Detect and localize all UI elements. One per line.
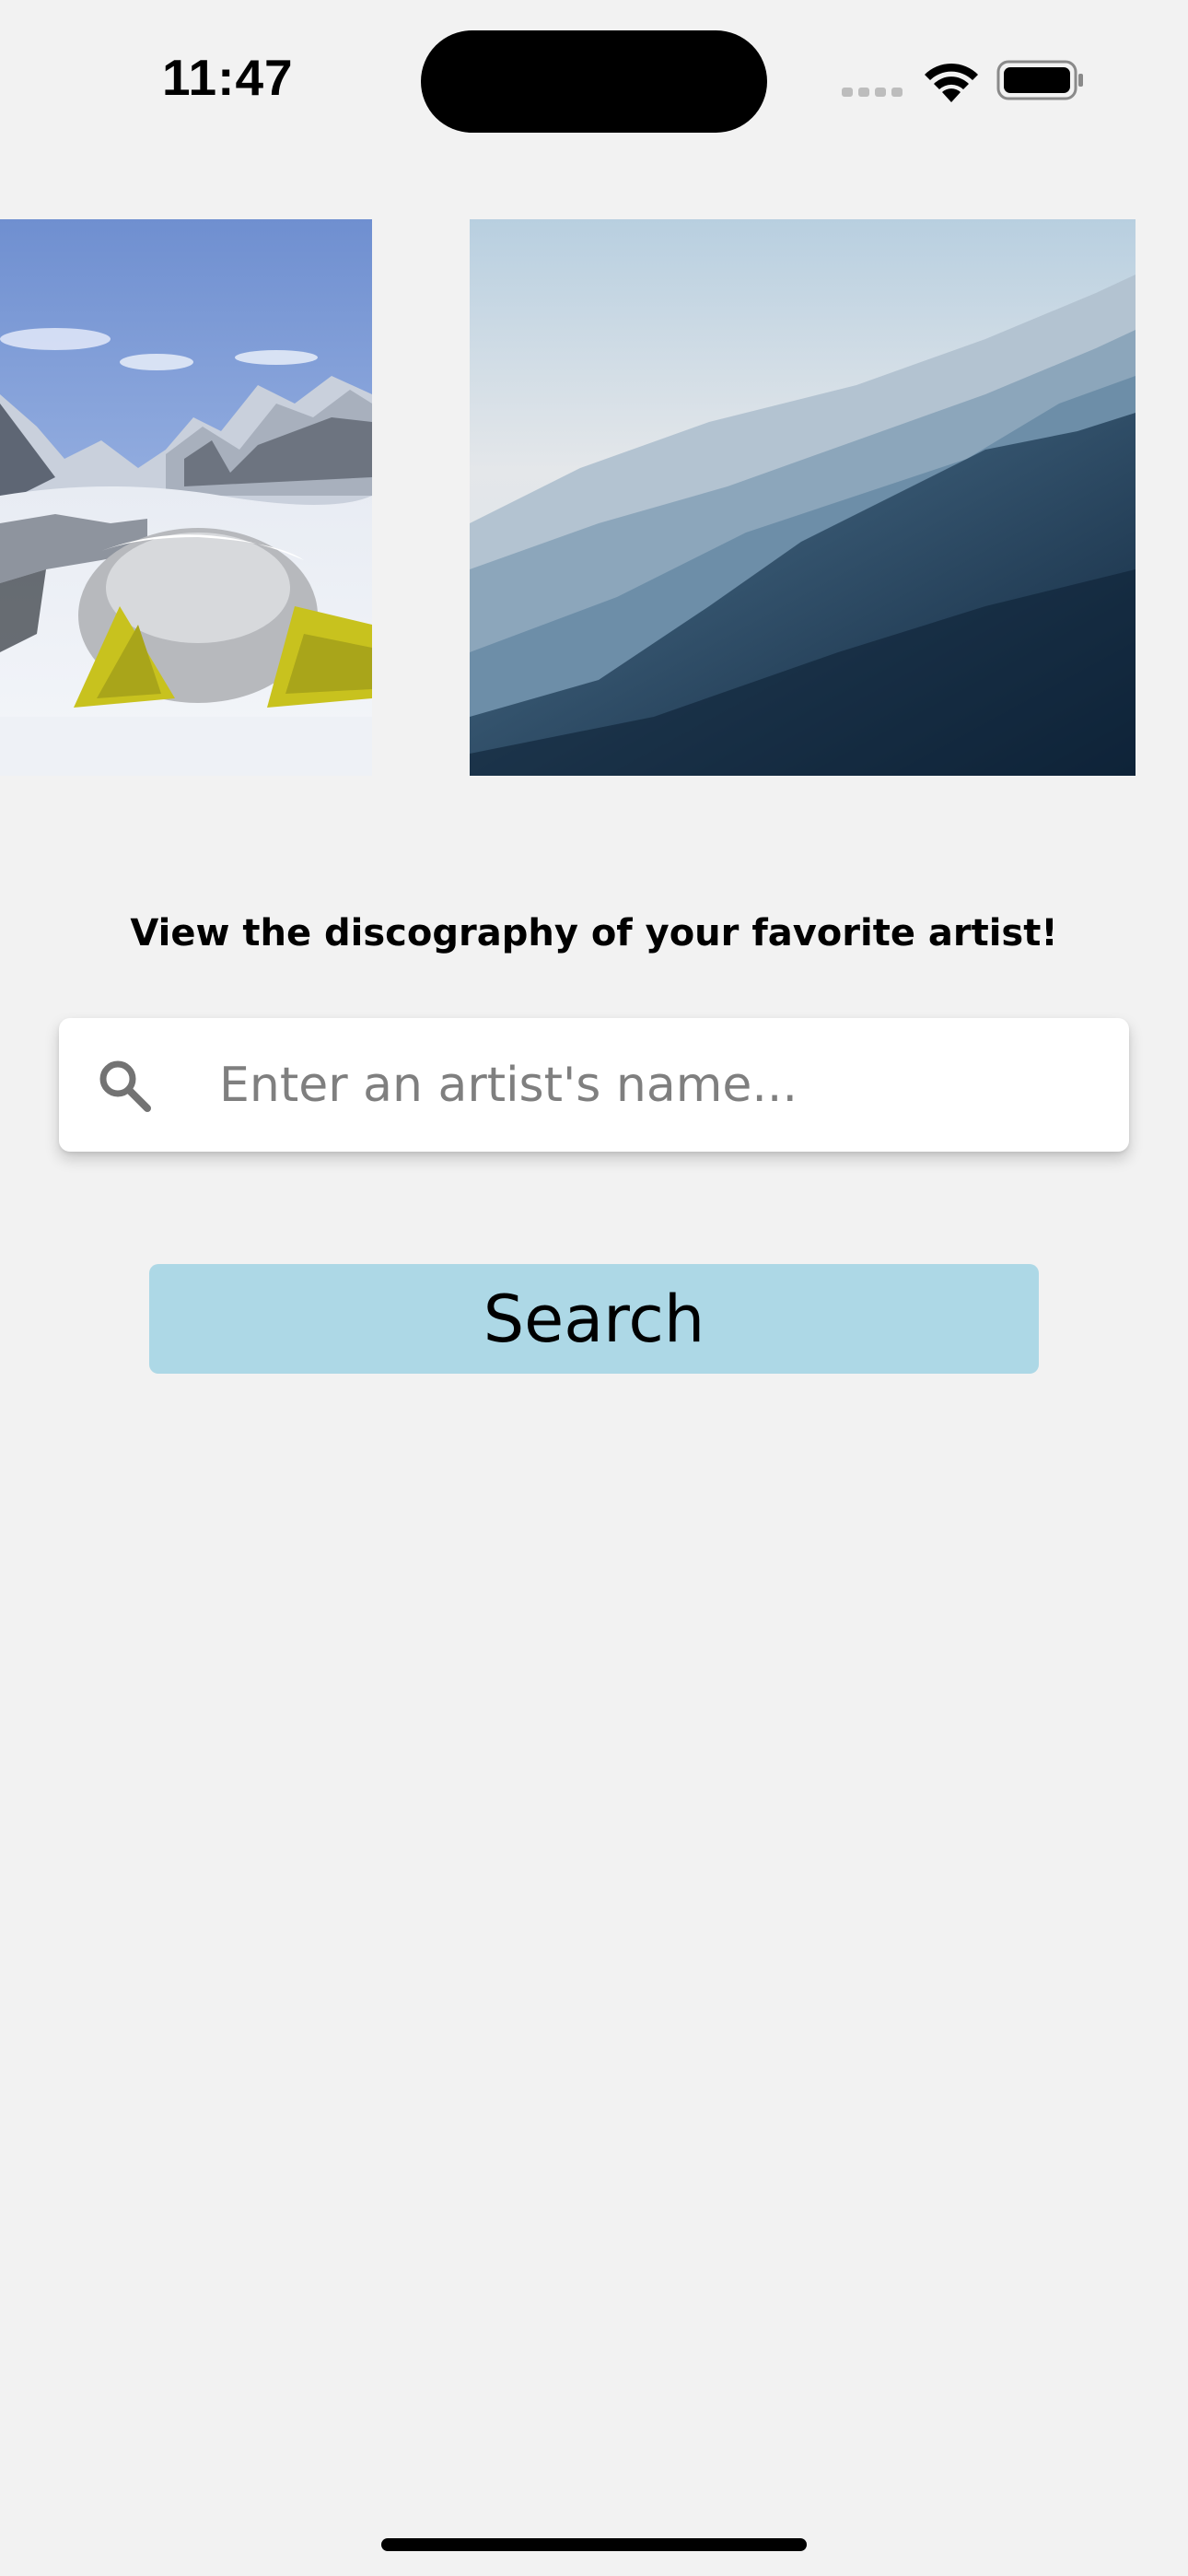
page-title: View the discography of your favorite ar…: [130, 912, 1058, 954]
misty-mountain-ridges-image: [470, 219, 1136, 776]
search-input[interactable]: [214, 1036, 1103, 1133]
snowy-mountain-camp-image: [0, 219, 372, 776]
search-field[interactable]: [59, 1018, 1129, 1152]
image-carousel[interactable]: [0, 219, 1188, 776]
status-time: 11:47: [162, 49, 294, 106]
cellular-signal-icon: [842, 88, 903, 97]
search-button[interactable]: Search: [149, 1264, 1039, 1374]
battery-icon: [996, 60, 1083, 100]
home-indicator[interactable]: [381, 2538, 807, 2551]
dynamic-island: [421, 30, 767, 133]
search-icon: [99, 1060, 151, 1112]
wifi-icon: [925, 63, 978, 102]
